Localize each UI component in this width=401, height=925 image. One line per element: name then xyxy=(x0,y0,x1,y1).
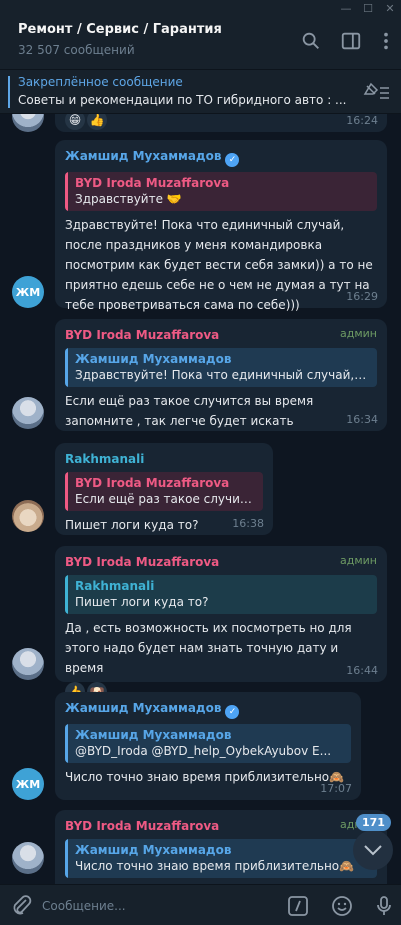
message-bubble[interactable]: BYD Iroda Muzaffarova админ Жамшид Мухам… xyxy=(55,319,387,431)
sender-label: Жамшид Мухаммадов xyxy=(65,149,222,163)
reply-quote[interactable]: Жамшид Мухаммадов Здравствуйте! Пока что… xyxy=(65,348,377,387)
reaction[interactable]: 👍 xyxy=(87,114,107,130)
admin-badge: админ xyxy=(340,554,377,567)
reply-text: Если ещё раз такое случитс... xyxy=(75,492,255,506)
reply-sender: Жамшид Мухаммадов xyxy=(75,843,232,857)
message-text: Число точно знаю время приблизительно🙈 xyxy=(65,770,345,784)
admin-badge: админ xyxy=(340,327,377,340)
avatar[interactable] xyxy=(12,648,44,680)
emoji-icon[interactable] xyxy=(330,894,354,918)
message-time: 16:24 xyxy=(346,114,378,127)
verified-icon: ✓ xyxy=(225,705,240,719)
search-icon[interactable] xyxy=(300,30,322,52)
reply-text: @BYD_Iroda @BYD_help_OybekAyubov E... xyxy=(75,744,332,758)
reply-quote[interactable]: BYD Iroda Muzaffarova Если ещё раз такое… xyxy=(65,472,263,511)
reply-text: Число точно знаю время приблизительно🙈 xyxy=(75,859,355,873)
avatar[interactable] xyxy=(12,500,44,532)
avatar-initials: ЖМ xyxy=(15,777,41,791)
message-bubble[interactable]: BYD Iroda Muzaffarova админ Rakhmanali П… xyxy=(55,546,387,702)
message-input[interactable] xyxy=(42,895,272,917)
sender-name[interactable]: BYD Iroda Muzaffarova xyxy=(65,818,377,834)
reply-sender: BYD Iroda Muzaffarova xyxy=(75,176,230,190)
reply-sender: BYD Iroda Muzaffarova xyxy=(75,476,230,490)
commands-icon[interactable] xyxy=(286,894,310,918)
maximize-icon[interactable]: ☐ xyxy=(357,0,379,16)
pinned-text: Советы и рекомендации по ТО гибридного а… xyxy=(18,93,347,107)
reply-quote[interactable]: Жамшид Мухаммадов @BYD_Iroda @BYD_help_O… xyxy=(65,724,351,763)
reply-text: Здравствуйте 🤝 xyxy=(75,192,182,206)
message-time: 16:38 xyxy=(232,517,264,530)
attach-icon[interactable] xyxy=(10,894,34,918)
pinned-bar xyxy=(8,76,10,108)
sender-label: Жамшид Мухаммадов xyxy=(65,701,222,715)
avatar[interactable] xyxy=(12,114,44,132)
reply-text: Здравствуйте! Пока что единичный случай,… xyxy=(75,368,369,382)
avatar[interactable]: ЖМ xyxy=(12,768,44,800)
message-bubble[interactable]: Жамшид Мухаммадов ✓ BYD Iroda Muzaffarova… xyxy=(55,140,387,312)
message-time: 16:34 xyxy=(346,413,378,426)
reply-quote[interactable]: BYD Iroda Muzaffarova Здравствуйте 🤝 xyxy=(65,172,377,211)
message-time: 17:07 xyxy=(320,782,352,795)
message-text: Если ещё раз такое случится вы время зап… xyxy=(65,394,314,428)
message-bubble[interactable]: Жамшид Мухаммадов ✓ Жамшид Мухаммадов @BY… xyxy=(55,692,361,800)
sidebar-toggle-icon[interactable] xyxy=(340,30,362,52)
scroll-down-button[interactable] xyxy=(353,830,393,870)
reply-sender: Жамшид Мухаммадов xyxy=(75,728,232,742)
chevron-down-icon xyxy=(364,845,382,856)
avatar[interactable] xyxy=(12,842,44,874)
chat-history[interactable]: 😁 👍 16:24 ЖМ Жамшид Мухаммадов ✓ BYD Irod… xyxy=(0,114,401,884)
message-time: 16:29 xyxy=(346,290,378,303)
message-text: Здравствуйте! Пока что единичный случай,… xyxy=(65,218,373,312)
reply-quote[interactable]: Жамшид Мухаммадов Число точно знаю время… xyxy=(65,839,377,878)
message-bubble[interactable]: BYD Iroda Muzaffarova админ Жамшид Мухам… xyxy=(55,810,387,884)
pinned-label: Закреплённое сообщение xyxy=(18,75,183,89)
chat-header: — ☐ ✕ Ремонт / Сервис / Гарантия 32 507 … xyxy=(0,0,401,70)
pin-list-icon[interactable] xyxy=(361,82,391,102)
pinned-message[interactable]: Закреплённое сообщение Советы и рекоменд… xyxy=(0,70,401,114)
chat-title[interactable]: Ремонт / Сервис / Гарантия xyxy=(18,22,222,37)
more-options-icon[interactable] xyxy=(375,30,397,52)
avatar-initials: ЖМ xyxy=(15,285,41,299)
message-bubble[interactable]: Rakhmanali BYD Iroda Muzaffarova Если ещ… xyxy=(55,443,273,535)
verified-icon: ✓ xyxy=(225,153,240,167)
avatar[interactable]: ЖМ xyxy=(12,276,44,308)
reply-sender: Жамшид Мухаммадов xyxy=(75,352,232,366)
message-text: Да , есть возможность их посмотреть но д… xyxy=(65,621,352,675)
reactions: 😁 👍 xyxy=(65,114,107,130)
avatar[interactable] xyxy=(12,397,44,429)
sender-name[interactable]: BYD Iroda Muzaffarova xyxy=(65,554,377,570)
unread-count-badge: 171 xyxy=(356,814,391,831)
message-time: 16:44 xyxy=(346,664,378,677)
reply-quote[interactable]: Rakhmanali Пишет логи куда то? xyxy=(65,575,377,614)
message-composer xyxy=(0,884,401,925)
close-icon[interactable]: ✕ xyxy=(379,0,401,16)
sender-name[interactable]: Rakhmanali xyxy=(65,451,263,467)
sender-name[interactable]: Жамшид Мухаммадов ✓ xyxy=(65,700,351,719)
sender-name[interactable]: Жамшид Мухаммадов ✓ xyxy=(65,148,377,167)
reply-sender: Rakhmanali xyxy=(75,579,155,593)
reply-text: Пишет логи куда то? xyxy=(75,595,209,609)
minimize-icon[interactable]: — xyxy=(335,0,357,16)
sender-name[interactable]: BYD Iroda Muzaffarova xyxy=(65,327,377,343)
message-count: 32 507 сообщений xyxy=(18,43,135,57)
message-bubble[interactable]: 😁 👍 16:24 xyxy=(55,114,387,132)
microphone-icon[interactable] xyxy=(372,894,396,918)
window-controls: — ☐ ✕ xyxy=(335,0,401,16)
reaction[interactable]: 😁 xyxy=(65,114,85,130)
